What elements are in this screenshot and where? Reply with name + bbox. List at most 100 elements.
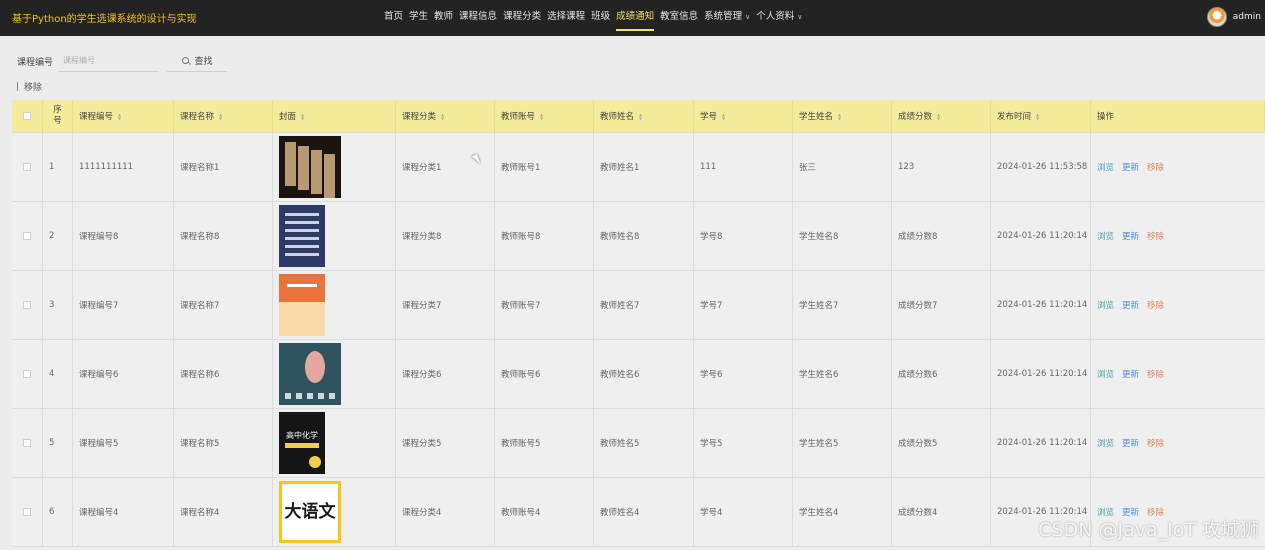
row-checkbox-cell	[12, 133, 43, 201]
main-nav: 首页 学生 教师 课程信息 课程分类 选择课程 班级 成绩通知 教室信息 系统管理 ∨ 个人资料 ∨	[384, 0, 808, 36]
remove-button[interactable]: 移除	[1147, 437, 1164, 449]
nav-item-label: 课程信息	[459, 11, 498, 22]
update-button[interactable]: 更新	[1122, 368, 1139, 380]
sort-icon[interactable]: ▲▼	[117, 112, 122, 120]
cell-seq: 1	[43, 133, 73, 201]
cell-course-name: 课程名称6	[174, 340, 273, 408]
table-row[interactable]: 4 课程编号6 课程名称6 课程分类6 教师账号6 教师姓名6 学号6 学生姓名6 成绩分数6 2…	[12, 340, 1265, 409]
sort-icon[interactable]: ▲▼	[539, 112, 544, 120]
cell-student-name: 学生姓名4	[793, 478, 892, 546]
row-actions: 浏览 更新 移除	[1091, 409, 1265, 477]
sort-icon[interactable]: ▲▼	[218, 112, 223, 120]
cell-course-name: 课程名称5	[174, 409, 273, 477]
nav-item-1[interactable]: 学生	[409, 0, 428, 36]
browse-button[interactable]: 浏览	[1097, 368, 1114, 380]
table-row[interactable]: 2 课程编号8 课程名称8 课程分类8 教师账号8 教师姓名8 学号8 学生姓名8 成绩分数8 2…	[12, 202, 1265, 271]
cell-student-name: 学生姓名6	[793, 340, 892, 408]
column-header[interactable]: 封面 ▲▼	[273, 100, 396, 132]
search-input[interactable]	[59, 50, 160, 72]
cell-score: 成绩分数8	[892, 202, 991, 270]
row-actions: 浏览 更新 移除	[1091, 340, 1265, 408]
column-header-label: 教师姓名	[600, 112, 635, 122]
cover-label: 高中化学	[286, 430, 318, 440]
row-checkbox[interactable]	[23, 301, 31, 309]
cover-cell	[273, 133, 396, 201]
cover-image	[279, 205, 325, 267]
nav-item-4[interactable]: 课程分类	[503, 0, 541, 36]
nav-item-10[interactable]: 个人资料 ∨	[756, 0, 802, 36]
sort-icon[interactable]: ▲▼	[721, 112, 726, 120]
nav-item-9[interactable]: 系统管理 ∨	[704, 0, 750, 36]
cover-image	[279, 274, 325, 336]
sort-icon[interactable]: ▲▼	[1035, 112, 1040, 120]
update-button[interactable]: 更新	[1122, 437, 1139, 449]
column-header[interactable]: 教师账号 ▲▼	[495, 100, 594, 132]
update-button[interactable]: 更新	[1122, 230, 1139, 242]
cell-category: 课程分类8	[396, 202, 495, 270]
column-header[interactable]: 教师姓名 ▲▼	[594, 100, 694, 132]
browse-button[interactable]: 浏览	[1097, 299, 1114, 311]
browse-button[interactable]: 浏览	[1097, 230, 1114, 242]
row-checkbox[interactable]	[23, 232, 31, 240]
table-header: 序号 课程编号 ▲▼ 课程名称 ▲▼ 封面 ▲▼ 课程分类 ▲▼ 教师账号 ▲▼ 教师姓名 ▲▼ 学号 ▲▼…	[12, 100, 1265, 133]
column-header-label: 封面	[279, 112, 297, 122]
cell-student-no: 学号8	[694, 202, 793, 270]
cell-score: 123	[892, 133, 991, 201]
cell-student-no: 学号4	[694, 478, 793, 546]
cell-student-no: 111	[694, 133, 793, 201]
nav-item-label: 课程分类	[503, 11, 542, 22]
row-checkbox[interactable]	[23, 370, 31, 378]
column-header[interactable]: 课程分类 ▲▼	[396, 100, 495, 132]
row-checkbox-cell	[12, 478, 43, 546]
table-row[interactable]: 1 1111111111 课程名称1 课程分类1 教师账号1 教师姓名1 111 张三 123 2…	[12, 133, 1265, 202]
update-button[interactable]: 更新	[1122, 161, 1139, 173]
row-actions: 浏览 更新 移除	[1091, 271, 1265, 339]
row-checkbox[interactable]	[23, 439, 31, 447]
bulk-remove-button[interactable]: 移除	[17, 80, 42, 93]
table-row[interactable]: 5 课程编号5 课程名称5 高中化学 课程分类5 教师账号5 教师姓名5 学号5 学生姓名5 成绩…	[12, 409, 1265, 478]
column-header[interactable]: 发布时间 ▲▼	[991, 100, 1091, 132]
sort-icon[interactable]: ▲▼	[638, 112, 643, 120]
search-button[interactable]: 查找	[167, 50, 228, 72]
sort-icon[interactable]: ▲▼	[837, 112, 842, 120]
top-nav-bar: 基于Python的学生选课系统的设计与实现 首页 学生 教师 课程信息 课程分类 选择课程…	[0, 0, 1265, 36]
username[interactable]: admin	[1233, 12, 1261, 22]
column-header[interactable]: 成绩分数 ▲▼	[892, 100, 991, 132]
remove-button[interactable]: 移除	[1147, 161, 1164, 173]
column-header-label: 操作	[1097, 112, 1115, 122]
nav-item-3[interactable]: 课程信息	[459, 0, 497, 36]
cell-teacher-name: 教师姓名5	[594, 409, 694, 477]
select-all-checkbox[interactable]	[23, 112, 31, 120]
user-menu[interactable]: admin	[1206, 7, 1261, 27]
cell-teacher-name: 教师姓名7	[594, 271, 694, 339]
nav-item-5[interactable]: 选择课程	[547, 0, 585, 36]
remove-button[interactable]: 移除	[1147, 230, 1164, 242]
cell-teacher-account: 教师账号4	[495, 478, 594, 546]
browse-button[interactable]: 浏览	[1097, 437, 1114, 449]
avatar[interactable]	[1206, 7, 1227, 27]
nav-item-0[interactable]: 首页	[384, 0, 403, 36]
remove-button[interactable]: 移除	[1147, 299, 1164, 311]
row-checkbox-cell	[12, 409, 43, 477]
row-checkbox[interactable]	[23, 163, 31, 171]
cover-image	[279, 136, 341, 198]
update-button[interactable]: 更新	[1122, 299, 1139, 311]
table-row[interactable]: 3 课程编号7 课程名称7 课程分类7 教师账号7 教师姓名7 学号7 学生姓名7 成绩分数7 2…	[12, 271, 1265, 340]
row-checkbox[interactable]	[23, 508, 31, 516]
column-header[interactable]: 学生姓名 ▲▼	[793, 100, 892, 132]
cover-image	[279, 343, 341, 405]
cell-student-no: 学号5	[694, 409, 793, 477]
sort-icon[interactable]: ▲▼	[440, 112, 445, 120]
column-header[interactable]: 课程编号 ▲▼	[73, 100, 174, 132]
row-checkbox-cell	[12, 340, 43, 408]
column-header[interactable]: 课程名称 ▲▼	[174, 100, 273, 132]
browse-button[interactable]: 浏览	[1097, 161, 1114, 173]
nav-item-8[interactable]: 教室信息	[660, 0, 698, 36]
column-header[interactable]: 学号 ▲▼	[694, 100, 793, 132]
sort-icon[interactable]: ▲▼	[300, 112, 305, 120]
nav-item-7[interactable]: 成绩通知	[616, 0, 655, 36]
nav-item-6[interactable]: 班级	[591, 0, 610, 36]
nav-item-2[interactable]: 教师	[434, 0, 453, 36]
sort-icon[interactable]: ▲▼	[936, 112, 941, 120]
remove-button[interactable]: 移除	[1147, 368, 1164, 380]
